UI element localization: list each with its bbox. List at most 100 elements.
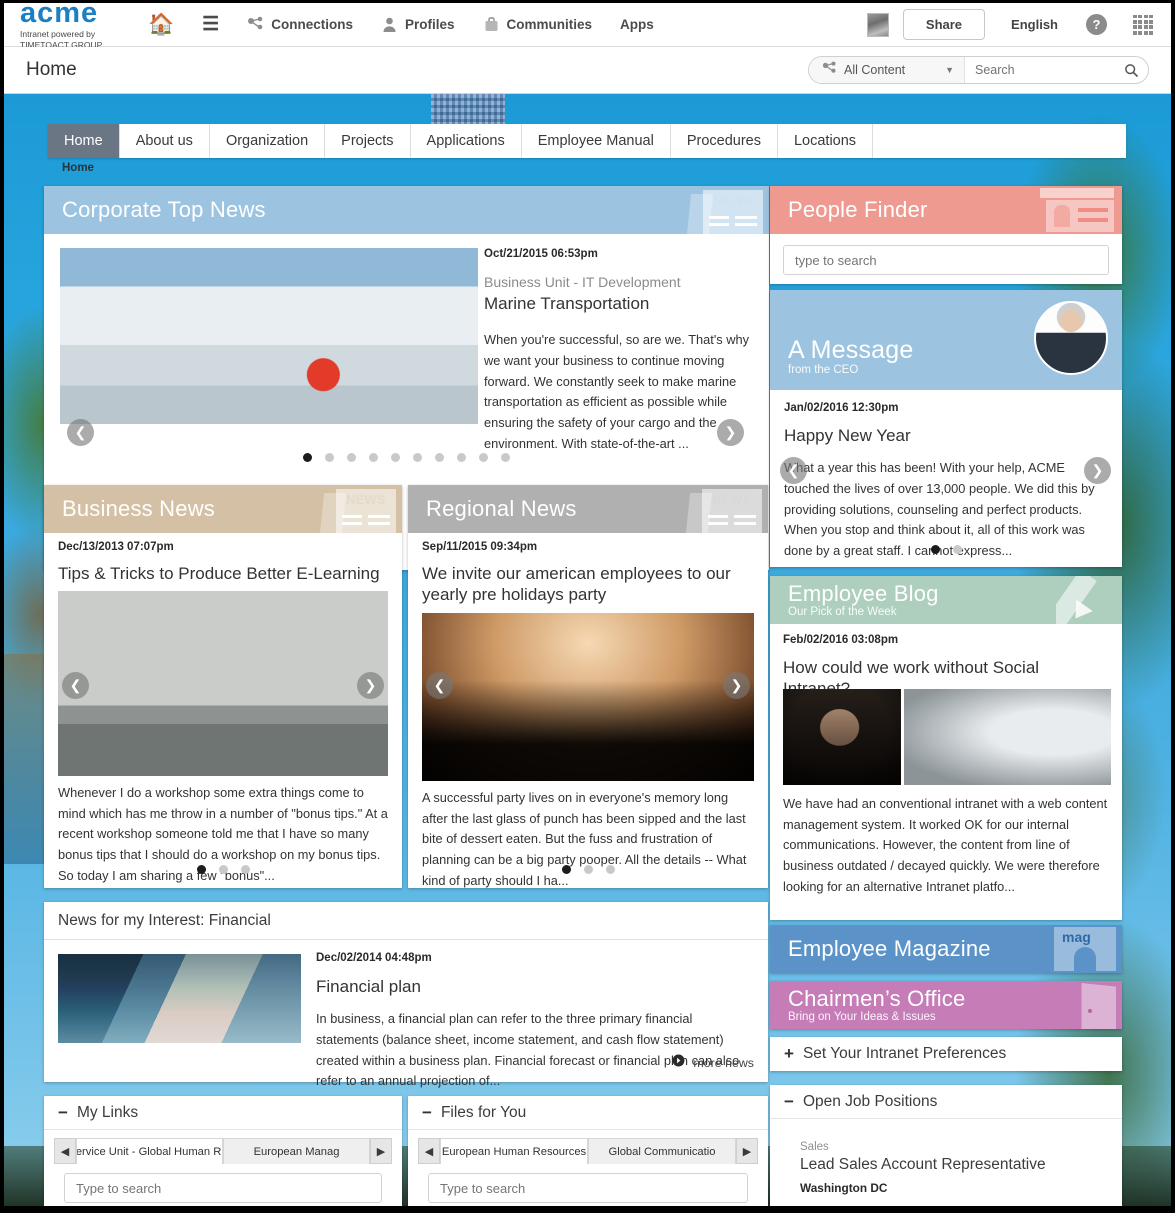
nav-apps[interactable]: Apps [606, 3, 668, 47]
collapse-toggle-icon[interactable]: − [784, 1092, 794, 1112]
nav-tab-projects[interactable]: Projects [325, 124, 411, 158]
news-headline[interactable]: Marine Transportation [484, 293, 752, 314]
logo-wordmark: acme [20, 0, 99, 29]
carousel-dot[interactable] [930, 545, 940, 554]
nav-communities-label: Communities [506, 17, 593, 32]
avatar[interactable] [866, 12, 889, 37]
expand-toggle-icon[interactable]: + [784, 1044, 794, 1064]
business-news-headline[interactable]: Tips & Tricks to Produce Better E-Learni… [58, 563, 388, 584]
employee-blog-image-desk[interactable] [904, 689, 1111, 785]
carousel-dot[interactable] [435, 453, 444, 462]
files-for-you-header[interactable]: − Files for You [408, 1096, 768, 1130]
news-source: Business Unit - IT Development [484, 274, 681, 290]
carousel-dot[interactable] [501, 453, 510, 462]
nav-tab-organization[interactable]: Organization [210, 124, 326, 158]
business-news-body: Dec/13/2013 07:07pm Tips & Tricks to Pro… [58, 541, 388, 584]
employee-magazine-widget[interactable]: Employee Magazine mag [770, 925, 1122, 973]
business-news-header: Business News NEWS [44, 485, 402, 533]
regional-news-headline[interactable]: We invite our american employees to our … [422, 563, 754, 606]
search-icon[interactable] [1114, 57, 1148, 83]
newspaper-icon: NEWS [685, 489, 762, 533]
carousel-dot[interactable] [369, 453, 378, 462]
carousel-dot[interactable] [605, 865, 615, 874]
carousel-next-arrow[interactable]: ❯ [357, 672, 384, 699]
job-list-item[interactable]: Sales Lead Sales Account Representative … [770, 1119, 1122, 1195]
nav-tab-about-us[interactable]: About us [120, 124, 210, 158]
breadcrumb[interactable]: Home [62, 162, 94, 174]
nav-tab-procedures[interactable]: Procedures [671, 124, 778, 158]
carousel-dot[interactable] [391, 453, 400, 462]
ceo-message-headline[interactable]: Happy New Year [784, 425, 1108, 446]
language-selector[interactable]: English [1011, 17, 1058, 32]
app-grid-icon[interactable] [1133, 14, 1153, 35]
news-interest-headline[interactable]: Financial plan [316, 976, 748, 997]
files-for-you-widget: − Files for You ◀ European Human Resourc… [408, 1096, 768, 1206]
chevron-down-icon: ▼ [945, 65, 954, 75]
tabs-scroll-left[interactable]: ◀ [54, 1138, 76, 1164]
tabs-scroll-right[interactable]: ▶ [736, 1138, 758, 1164]
tabs-scroll-left[interactable]: ◀ [418, 1138, 440, 1164]
nav-home-button[interactable]: 🏠 [134, 3, 188, 47]
news-hero-image[interactable] [60, 248, 478, 424]
collapse-toggle-icon[interactable]: − [58, 1103, 68, 1123]
carousel-prev-arrow[interactable]: ❮ [780, 457, 807, 484]
my-links-tab-1[interactable]: Service Unit - Global Human R... [76, 1138, 223, 1164]
my-links-header[interactable]: − My Links [44, 1096, 402, 1130]
carousel-dot[interactable] [347, 453, 356, 462]
people-finder-search-input[interactable] [783, 245, 1109, 275]
carousel-dot[interactable] [413, 453, 422, 462]
search-input[interactable] [964, 57, 1114, 83]
carousel-dot[interactable] [325, 453, 334, 462]
share-button[interactable]: Share [902, 9, 986, 40]
news-interest-image[interactable] [58, 954, 301, 1043]
nav-connections[interactable]: Connections [233, 3, 367, 47]
search-scope-dropdown[interactable]: All Content ▼ [809, 57, 964, 83]
nav-tab-home[interactable]: Home [48, 124, 120, 158]
chairmens-office-header: Chairmen’s Office Bring on Your Ideas & … [770, 981, 1122, 1029]
files-for-you-search-input[interactable] [428, 1173, 748, 1203]
nav-tab-employee-manual[interactable]: Employee Manual [522, 124, 671, 158]
carousel-dot[interactable] [196, 865, 206, 874]
nav-menu-button[interactable]: ☰ [188, 3, 233, 47]
nav-profiles[interactable]: Profiles [367, 3, 469, 47]
carousel-next-arrow[interactable]: ❯ [717, 419, 744, 446]
nav-tab-applications[interactable]: Applications [411, 124, 522, 158]
door-icon [1066, 983, 1116, 1029]
nav-tab-locations[interactable]: Locations [778, 124, 874, 158]
carousel-prev-arrow[interactable]: ❮ [426, 672, 453, 699]
carousel-dot[interactable] [303, 453, 312, 462]
ceo-message-body: Jan/02/2016 12:30pm Happy New Year What … [770, 390, 1122, 562]
my-links-tab-2[interactable]: European Manag [223, 1138, 370, 1164]
employee-blog-image-person[interactable] [783, 689, 901, 785]
carousel-dot[interactable] [218, 865, 228, 874]
carousel-prev-arrow[interactable]: ❮ [62, 672, 89, 699]
files-for-you-tab-2[interactable]: Global Communicatio [588, 1138, 736, 1164]
help-icon[interactable]: ? [1086, 14, 1107, 35]
carousel-dot[interactable] [952, 545, 962, 554]
collapse-toggle-icon[interactable]: − [422, 1103, 432, 1123]
my-links-search-input[interactable] [64, 1173, 382, 1203]
carousel-next-arrow[interactable]: ❯ [1084, 457, 1111, 484]
acme-logo[interactable]: acme Intranet powered by TIMETOACT GROUP [4, 0, 134, 50]
carousel-dot[interactable] [479, 453, 488, 462]
tabs-scroll-right[interactable]: ▶ [370, 1138, 392, 1164]
carousel-next-arrow[interactable]: ❯ [723, 672, 750, 699]
job-role[interactable]: Lead Sales Account Representative [800, 1156, 1092, 1174]
files-for-you-tab-1[interactable]: European Human Resources [440, 1138, 588, 1164]
carousel-dot[interactable] [457, 453, 466, 462]
nav-communities[interactable]: Communities [469, 3, 607, 47]
page-title: Home [26, 59, 77, 80]
carousel-dot[interactable] [583, 865, 593, 874]
intranet-preferences-widget[interactable]: + Set Your Intranet Preferences [770, 1037, 1122, 1071]
carousel-dot[interactable] [240, 865, 250, 874]
intranet-preferences-header[interactable]: + Set Your Intranet Preferences [770, 1037, 1122, 1071]
news-interest-summary: In business, a financial plan can refer … [316, 1011, 740, 1089]
more-news-link[interactable]: more news [672, 1054, 754, 1072]
home-icon: 🏠 [148, 13, 175, 36]
regional-news-image[interactable] [422, 613, 754, 781]
carousel-prev-arrow[interactable]: ❮ [67, 419, 94, 446]
chairmens-office-widget[interactable]: Chairmen’s Office Bring on Your Ideas & … [770, 981, 1122, 1029]
carousel-dot[interactable] [561, 865, 571, 874]
business-news-image[interactable] [58, 591, 388, 776]
open-job-positions-header[interactable]: − Open Job Positions [770, 1085, 1122, 1119]
